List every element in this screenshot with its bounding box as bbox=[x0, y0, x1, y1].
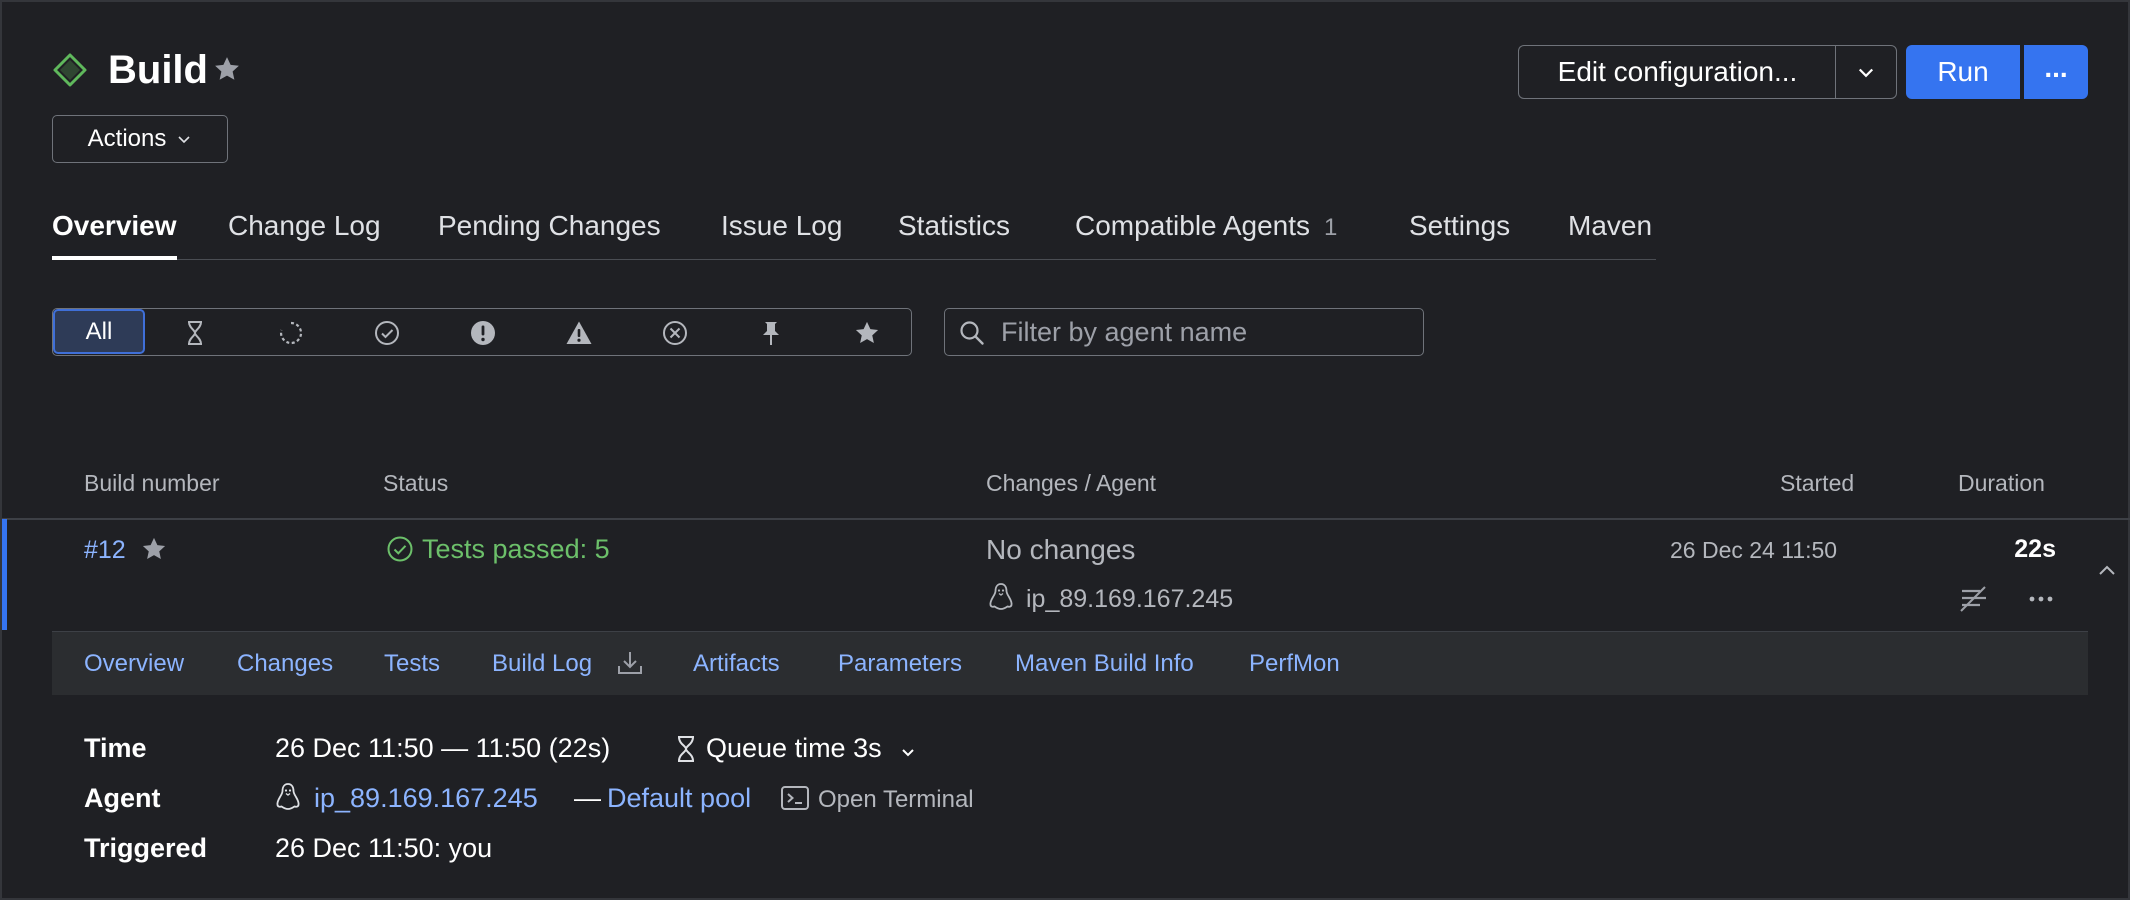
tab-maven[interactable]: Maven bbox=[1568, 206, 1652, 260]
agent-link[interactable]: ip_89.169.167.245 bbox=[314, 783, 538, 814]
open-terminal-link[interactable]: Open Terminal bbox=[818, 786, 974, 814]
compatible-agents-count: 1 bbox=[1324, 214, 1338, 241]
queue-time[interactable]: Queue time 3s bbox=[706, 733, 882, 764]
chevron-down-icon bbox=[178, 136, 190, 144]
subtab-artifacts[interactable]: Artifacts bbox=[693, 650, 780, 678]
status-filter-bar: All bbox=[52, 308, 912, 356]
agent-separator: — bbox=[574, 783, 601, 813]
running-icon[interactable] bbox=[277, 319, 305, 347]
warning-icon[interactable] bbox=[565, 319, 593, 347]
triggered-label: Triggered bbox=[84, 833, 208, 863]
tab-statistics[interactable]: Statistics bbox=[898, 206, 1010, 260]
agent-label: Agent bbox=[84, 783, 161, 813]
tab-settings[interactable]: Settings bbox=[1409, 206, 1510, 260]
terminal-icon[interactable] bbox=[780, 784, 810, 812]
run-options-button[interactable]: ... bbox=[2024, 45, 2088, 99]
subtab-build-log[interactable]: Build Log bbox=[492, 650, 592, 678]
chevron-down-icon bbox=[1858, 68, 1874, 78]
build-number-link[interactable]: #12 bbox=[84, 536, 126, 565]
pin-icon[interactable] bbox=[757, 319, 785, 347]
agent-pool-link[interactable]: Default pool bbox=[607, 783, 751, 814]
triggered-value: 26 Dec 11:50: you bbox=[275, 833, 493, 863]
actions-button-label: Actions bbox=[87, 125, 167, 152]
agent-filter-box bbox=[944, 308, 1424, 356]
hourglass-icon bbox=[674, 734, 698, 764]
started-time: 26 Dec 24 11:50 bbox=[1670, 537, 1838, 563]
agent-name[interactable]: ip_89.169.167.245 bbox=[1026, 585, 1233, 614]
divider bbox=[2, 518, 2130, 520]
search-icon bbox=[960, 321, 984, 345]
success-icon bbox=[386, 535, 414, 563]
agent-filter-input[interactable] bbox=[1001, 315, 1411, 349]
hourglass-icon[interactable] bbox=[181, 319, 209, 347]
column-header-build-number: Build number bbox=[84, 470, 220, 496]
subtab-perfmon[interactable]: PerfMon bbox=[1249, 650, 1340, 678]
more-options-icon[interactable] bbox=[2024, 582, 2058, 616]
download-icon[interactable] bbox=[615, 648, 645, 678]
time-value: 26 Dec 11:50 — 11:50 (22s) bbox=[275, 733, 611, 763]
chevron-down-icon[interactable] bbox=[900, 744, 916, 760]
cancelled-icon[interactable] bbox=[661, 319, 689, 347]
chevron-up-icon[interactable] bbox=[2094, 558, 2120, 584]
run-button[interactable]: Run bbox=[1906, 45, 2020, 99]
column-header-started: Started bbox=[1780, 470, 1855, 496]
duration-value: 22s bbox=[2014, 535, 2056, 563]
build-config-icon bbox=[52, 52, 88, 88]
subtab-tests[interactable]: Tests bbox=[384, 650, 440, 678]
subtab-parameters[interactable]: Parameters bbox=[838, 650, 962, 678]
tab-pending-changes[interactable]: Pending Changes bbox=[438, 206, 661, 260]
linux-icon bbox=[988, 582, 1014, 614]
success-icon[interactable] bbox=[373, 319, 401, 347]
tab-issue-log[interactable]: Issue Log bbox=[721, 206, 842, 260]
build-details-tabs: Overview Changes Tests Build Log Artifac… bbox=[52, 631, 2088, 695]
edit-configuration-dropdown[interactable] bbox=[1835, 45, 1897, 99]
column-header-status: Status bbox=[383, 470, 449, 496]
subtab-changes[interactable]: Changes bbox=[237, 650, 333, 678]
subtab-maven-build-info[interactable]: Maven Build Info bbox=[1015, 650, 1194, 678]
linux-icon bbox=[275, 782, 301, 814]
filter-all-button[interactable]: All bbox=[53, 309, 145, 354]
favorite-star-icon[interactable] bbox=[212, 54, 242, 84]
selected-row-indicator bbox=[2, 519, 7, 630]
tab-change-log[interactable]: Change Log bbox=[228, 206, 381, 260]
column-header-changes-agent: Changes / Agent bbox=[986, 470, 1157, 496]
tab-compatible-agents[interactable]: Compatible Agents 1 bbox=[1075, 206, 1337, 260]
time-label: Time bbox=[84, 733, 147, 763]
page-title: Build bbox=[108, 48, 208, 92]
star-icon[interactable] bbox=[140, 535, 168, 563]
subtab-overview[interactable]: Overview bbox=[84, 650, 184, 678]
edit-configuration-button[interactable]: Edit configuration... bbox=[1518, 45, 1836, 99]
changes-text[interactable]: No changes bbox=[986, 534, 1135, 566]
build-status-link[interactable]: Tests passed: 5 bbox=[422, 534, 610, 565]
build-chain-icon[interactable] bbox=[1957, 582, 1991, 616]
column-header-duration: Duration bbox=[1958, 470, 2045, 496]
actions-button[interactable]: Actions bbox=[52, 115, 228, 163]
star-icon[interactable] bbox=[853, 319, 881, 347]
error-icon[interactable] bbox=[469, 319, 497, 347]
tab-overview[interactable]: Overview bbox=[52, 206, 177, 260]
tab-bar: Overview Change Log Pending Changes Issu… bbox=[52, 206, 1656, 260]
